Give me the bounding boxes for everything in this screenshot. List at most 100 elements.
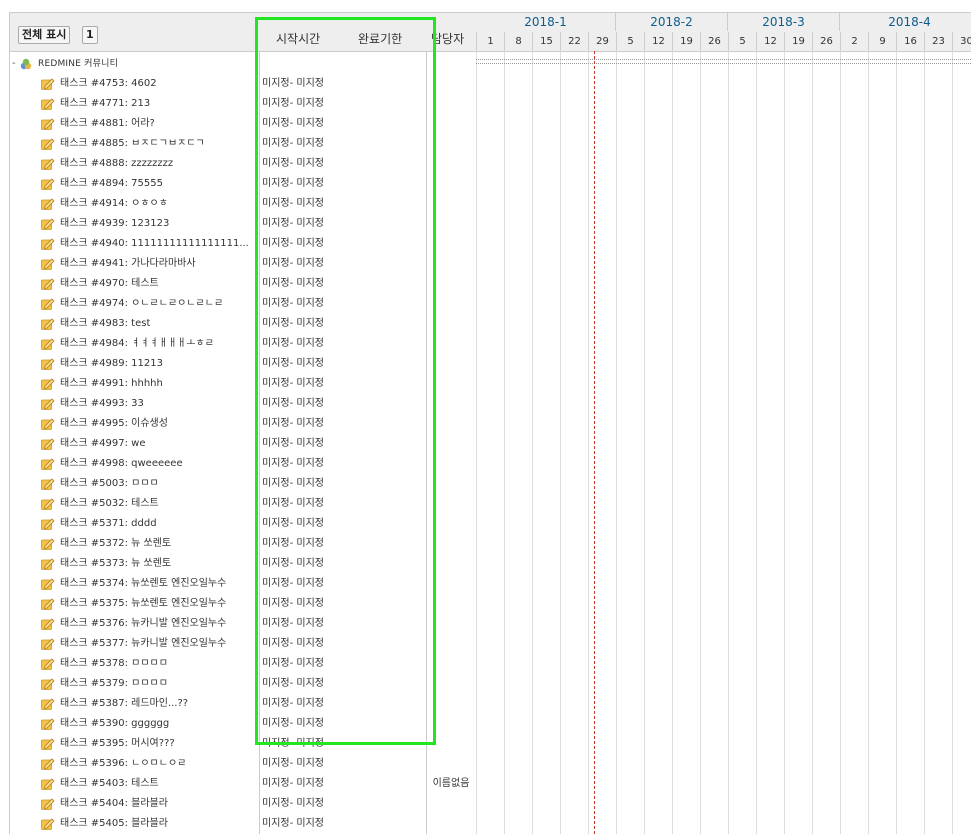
task-row[interactable]: 태스크 #4997: we xyxy=(10,434,259,454)
task-row[interactable]: 태스크 #5003: ㅁㅁㅁ xyxy=(10,474,259,494)
task-link[interactable]: 태스크 #5379: ㅁㅁㅁㅁ xyxy=(60,674,168,694)
task-link[interactable]: 태스크 #4939: 123123 xyxy=(60,214,169,234)
task-row[interactable]: 태스크 #5375: 뉴쏘렌토 엔진오일누수 xyxy=(10,594,259,614)
task-dates: 미지정- 미지정 xyxy=(262,678,324,689)
task-row[interactable]: 태스크 #5378: ㅁㅁㅁㅁ xyxy=(10,654,259,674)
task-row[interactable]: 태스크 #5373: 뉴 쏘렌토 xyxy=(10,554,259,574)
task-link[interactable]: 태스크 #4998: qweeeeee xyxy=(60,454,183,474)
task-row[interactable]: 태스크 #4970: 테스트 xyxy=(10,274,259,294)
task-assignee[interactable]: 이름없음 xyxy=(426,774,476,794)
task-row[interactable]: 태스크 #5372: 뉴 쏘렌토 xyxy=(10,534,259,554)
today-line xyxy=(594,51,595,834)
grid-line xyxy=(756,51,757,834)
task-row[interactable]: 태스크 #4993: 33 xyxy=(10,394,259,414)
task-dates: 미지정- 미지정 xyxy=(262,258,324,269)
task-dates: 미지정- 미지정 xyxy=(262,798,324,809)
task-link[interactable]: 태스크 #4881: 어라? xyxy=(60,114,155,134)
task-dates: 미지정- 미지정 xyxy=(262,758,324,769)
task-row[interactable]: 태스크 #4940: 11111111111111111... xyxy=(10,234,259,254)
task-row[interactable]: 태스크 #4989: 11213 xyxy=(10,354,259,374)
task-link[interactable]: 태스크 #4974: ㅇㄴㄹㄴㄹㅇㄴㄹㄴㄹ xyxy=(60,294,223,314)
project-name[interactable]: REDMINE 커뮤니티 xyxy=(38,54,118,74)
task-dates: 미지정- 미지정 xyxy=(262,338,324,349)
task-link[interactable]: 태스크 #5376: 뉴카니발 엔진오일누수 xyxy=(60,614,226,634)
task-row[interactable]: 태스크 #5405: 블라블라 xyxy=(10,814,259,834)
task-row[interactable]: 태스크 #4998: qweeeeee xyxy=(10,454,259,474)
task-link[interactable]: 태스크 #4995: 이슈생성 xyxy=(60,414,168,434)
task-link[interactable]: 태스크 #5003: ㅁㅁㅁ xyxy=(60,474,159,494)
task-link[interactable]: 태스크 #4983: test xyxy=(60,314,150,334)
task-row[interactable]: 태스크 #4983: test xyxy=(10,314,259,334)
task-link[interactable]: 태스크 #4993: 33 xyxy=(60,394,144,414)
due-date-header[interactable]: 완료기한 xyxy=(358,30,402,47)
task-link[interactable]: 태스크 #5378: ㅁㅁㅁㅁ xyxy=(60,654,168,674)
task-row[interactable]: 태스크 #5377: 뉴카니발 엔진오일누수 xyxy=(10,634,259,654)
task-row[interactable]: 태스크 #4885: ㅂㅈㄷㄱㅂㅈㄷㄱ xyxy=(10,134,259,154)
task-row[interactable]: 태스크 #4974: ㅇㄴㄹㄴㄹㅇㄴㄹㄴㄹ xyxy=(10,294,259,314)
task-link[interactable]: 태스크 #4771: 213 xyxy=(60,94,150,114)
task-row[interactable]: 태스크 #4995: 이슈생성 xyxy=(10,414,259,434)
task-link[interactable]: 태스크 #5403: 테스트 xyxy=(60,774,159,794)
task-row[interactable]: 태스크 #5374: 뉴쏘렌토 엔진오일누수 xyxy=(10,574,259,594)
task-dates: 미지정- 미지정 xyxy=(262,658,324,669)
assignee-header-label[interactable]: 담당자 xyxy=(431,30,464,47)
show-all-button[interactable]: 전체 표시 xyxy=(18,26,71,44)
task-link[interactable]: 태스크 #4940: 11111111111111111... xyxy=(60,234,249,254)
task-link[interactable]: 태스크 #5032: 테스트 xyxy=(60,494,159,514)
task-link[interactable]: 태스크 #4997: we xyxy=(60,434,146,454)
task-row[interactable]: 태스크 #5376: 뉴카니발 엔진오일누수 xyxy=(10,614,259,634)
start-date-header[interactable]: 시작시간 xyxy=(276,30,320,47)
task-link[interactable]: 태스크 #4753: 4602 xyxy=(60,74,157,94)
task-row[interactable]: 태스크 #5387: 레드마인...?? xyxy=(10,694,259,714)
task-row[interactable]: 태스크 #5395: 머시여??? xyxy=(10,734,259,754)
collapse-toggle[interactable]: - xyxy=(12,54,16,74)
month-header: 2018-4 xyxy=(840,13,971,31)
task-row[interactable]: 태스크 #4888: zzzzzzzz xyxy=(10,154,259,174)
task-link[interactable]: 태스크 #5372: 뉴 쏘렌토 xyxy=(60,534,171,554)
gantt-chart: 2018-1 2018-2 2018-3 2018-4 1 8 15 22 29 5 12 19 26… xyxy=(476,12,971,834)
project-row[interactable]: - REDMINE 커뮤니티 xyxy=(10,54,259,74)
task-row[interactable]: 태스크 #5371: dddd xyxy=(10,514,259,534)
level-button[interactable]: 1 xyxy=(82,26,98,44)
task-link[interactable]: 태스크 #5387: 레드마인...?? xyxy=(60,694,188,714)
task-row[interactable]: 태스크 #4991: hhhhh xyxy=(10,374,259,394)
task-row[interactable]: 태스크 #4894: 75555 xyxy=(10,174,259,194)
task-link[interactable]: 태스크 #5373: 뉴 쏘렌토 xyxy=(60,554,171,574)
task-row[interactable]: 태스크 #4753: 4602 xyxy=(10,74,259,94)
task-row[interactable]: 태스크 #5379: ㅁㅁㅁㅁ xyxy=(10,674,259,694)
task-dates: 미지정- 미지정 xyxy=(262,578,324,589)
task-row[interactable]: 태스크 #5404: 블라블라 xyxy=(10,794,259,814)
task-link[interactable]: 태스크 #5404: 블라블라 xyxy=(60,794,168,814)
task-link[interactable]: 태스크 #4914: ㅇㅎㅇㅎ xyxy=(60,194,168,214)
task-row[interactable]: 태스크 #4984: ㅕㅕㅕㅐㅐㅐㅗㅎㄹ xyxy=(10,334,259,354)
task-link[interactable]: 태스크 #5377: 뉴카니발 엔진오일누수 xyxy=(60,634,226,654)
task-link[interactable]: 태스크 #4991: hhhhh xyxy=(60,374,163,394)
task-row[interactable]: 태스크 #4941: 가나다라마바사 xyxy=(10,254,259,274)
task-link[interactable]: 태스크 #5395: 머시여??? xyxy=(60,734,175,754)
task-row[interactable]: 태스크 #5390: gggggg xyxy=(10,714,259,734)
task-link[interactable]: 태스크 #5405: 블라블라 xyxy=(60,814,168,834)
task-row[interactable]: 태스크 #4771: 213 xyxy=(10,94,259,114)
task-dates: 미지정- 미지정 xyxy=(262,238,324,249)
task-link[interactable]: 태스크 #4989: 11213 xyxy=(60,354,163,374)
task-link[interactable]: 태스크 #4984: ㅕㅕㅕㅐㅐㅐㅗㅎㄹ xyxy=(60,334,214,354)
task-link[interactable]: 태스크 #4885: ㅂㅈㄷㄱㅂㅈㄷㄱ xyxy=(60,134,205,154)
subject-column: 전체 표시 1 - REDMINE 커뮤니티 태스크 #4753: 4602 태스… xyxy=(9,12,260,834)
assignee-column: 담당자 이름없음 xyxy=(426,12,477,834)
task-row[interactable]: 태스크 #5032: 테스트 xyxy=(10,494,259,514)
task-link[interactable]: 태스크 #5371: dddd xyxy=(60,514,157,534)
task-row[interactable]: 태스크 #4881: 어라? xyxy=(10,114,259,134)
task-link[interactable]: 태스크 #5374: 뉴쏘렌토 엔진오일누수 xyxy=(60,574,226,594)
task-link[interactable]: 태스크 #4888: zzzzzzzz xyxy=(60,154,173,174)
task-row[interactable]: 태스크 #5403: 테스트 xyxy=(10,774,259,794)
task-link[interactable]: 태스크 #4894: 75555 xyxy=(60,174,163,194)
task-row[interactable]: 태스크 #5396: ㄴㅇㅁㄴㅇㄹ xyxy=(10,754,259,774)
grid-line xyxy=(560,51,561,834)
task-link[interactable]: 태스크 #4941: 가나다라마바사 xyxy=(60,254,196,274)
task-link[interactable]: 태스크 #5390: gggggg xyxy=(60,714,169,734)
task-row[interactable]: 태스크 #4939: 123123 xyxy=(10,214,259,234)
task-row[interactable]: 태스크 #4914: ㅇㅎㅇㅎ xyxy=(10,194,259,214)
task-link[interactable]: 태스크 #5396: ㄴㅇㅁㄴㅇㄹ xyxy=(60,754,186,774)
task-link[interactable]: 태스크 #5375: 뉴쏘렌토 엔진오일누수 xyxy=(60,594,226,614)
task-link[interactable]: 태스크 #4970: 테스트 xyxy=(60,274,159,294)
